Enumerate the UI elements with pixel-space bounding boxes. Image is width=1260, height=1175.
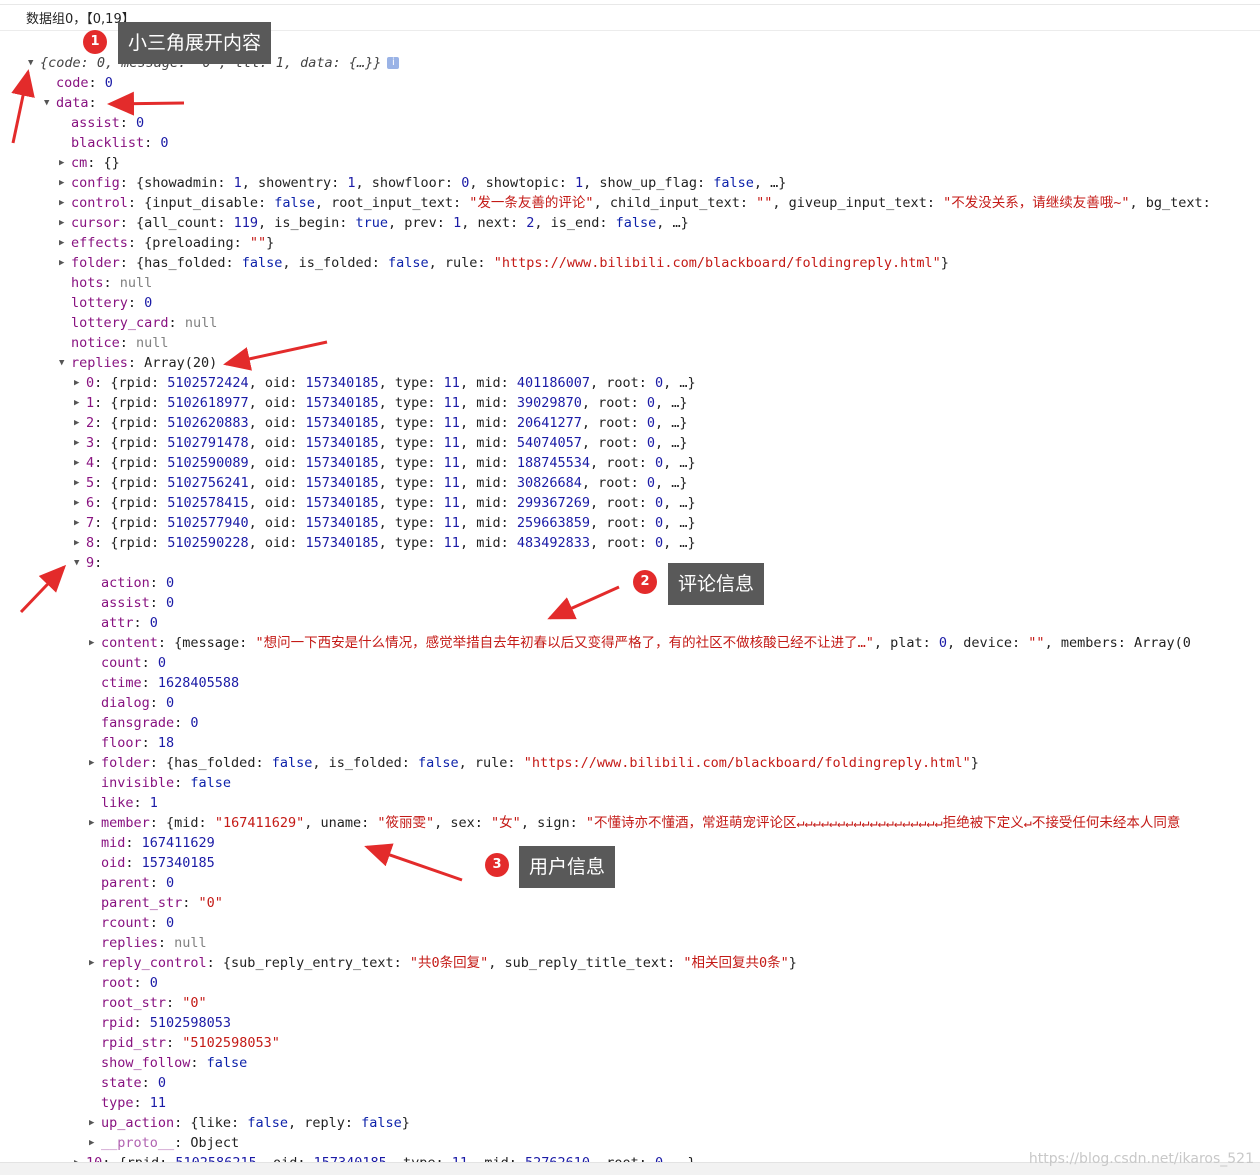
callout-3-label: 用户信息 (519, 846, 616, 888)
callout-1-label: 小三角展开内容 (118, 22, 272, 64)
watermark: https://blog.csdn.net/ikaros_521 (1028, 1151, 1254, 1167)
callout-2-badge: 2 (633, 570, 657, 594)
arrow-to-item-9 (19, 564, 67, 614)
arrow-to-replies (223, 340, 328, 371)
callout-2-label: 评论信息 (668, 563, 765, 605)
arrow-to-data (107, 91, 185, 116)
arrow-to-member (364, 843, 463, 882)
annotation-arrows (11, 69, 620, 882)
arrow-to-content (547, 585, 620, 620)
arrow-to-root-triangle (11, 69, 35, 144)
callout-1-badge: 1 (83, 30, 107, 54)
callout-3-badge: 3 (485, 853, 509, 877)
